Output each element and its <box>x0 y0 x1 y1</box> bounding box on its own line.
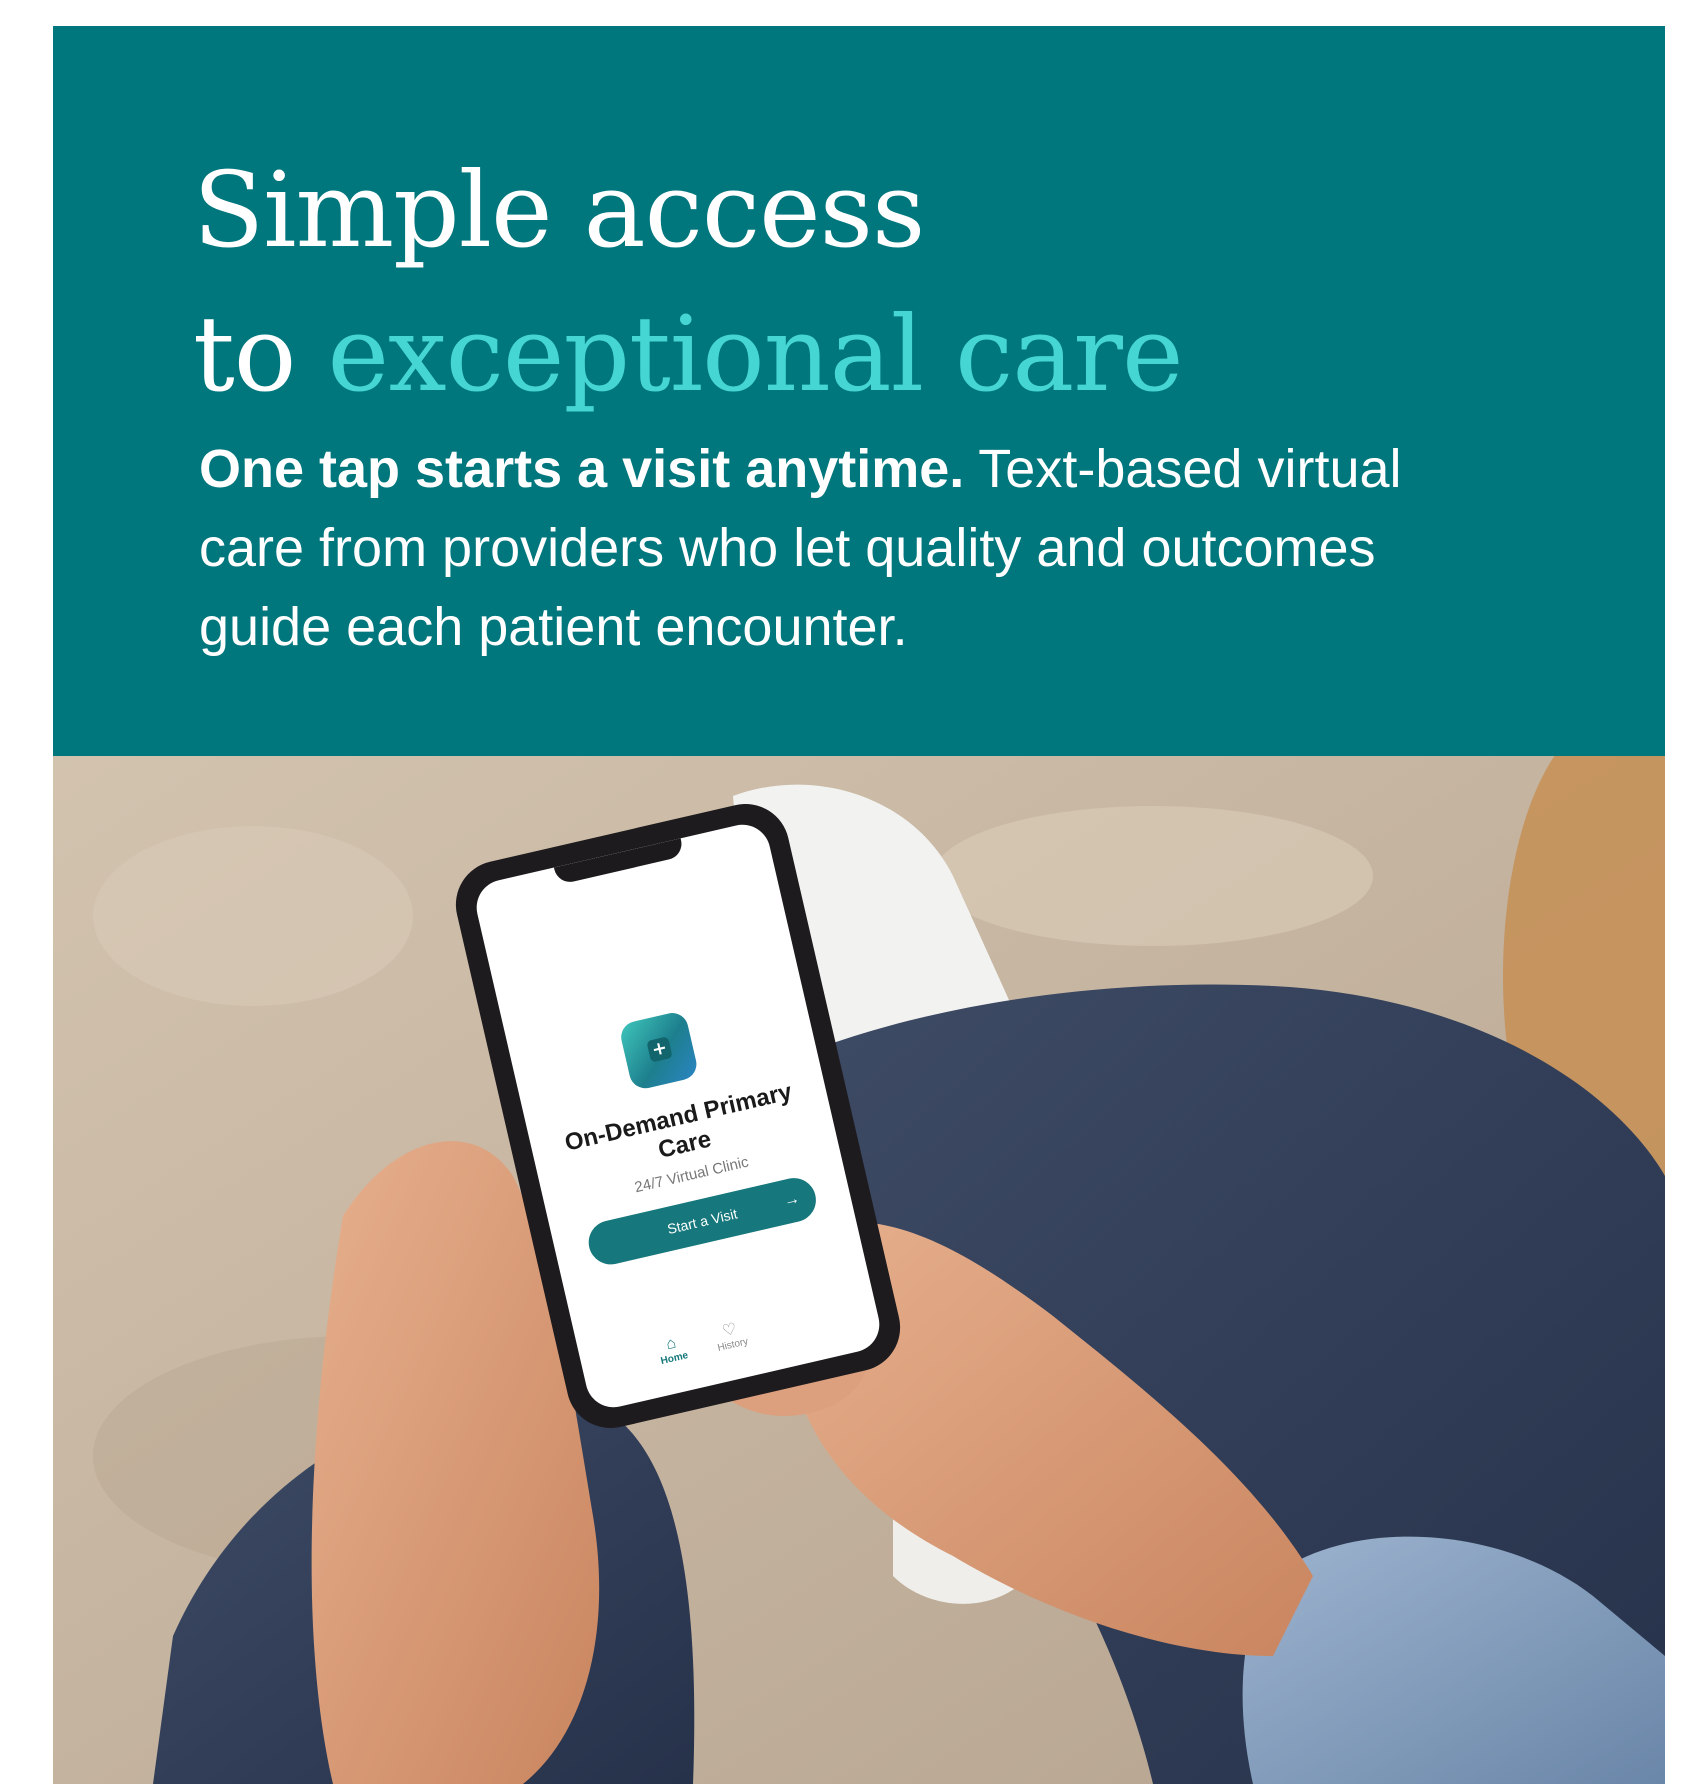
page: Simple access to exceptional care One tap… <box>0 0 1686 1784</box>
hero-banner: Simple access to exceptional care One tap… <box>53 26 1665 756</box>
headline-line-1: Simple access <box>193 149 925 271</box>
medical-cross-icon: + <box>618 1009 700 1092</box>
tab-history[interactable]: ♡ History <box>698 1315 763 1357</box>
subtext-bold: One tap starts a visit anytime. <box>199 439 965 499</box>
plus-icon: + <box>646 1036 673 1063</box>
hero-headline: Simple access to exceptional care <box>193 138 1184 426</box>
hero-subtext: One tap starts a visit anytime. Text-bas… <box>199 430 1459 667</box>
start-visit-label: Start a Visit <box>665 1205 739 1238</box>
hero-photo: + On-Demand Primary Care 24/7 Virtual Cl… <box>53 756 1665 1784</box>
arrow-right-icon: → <box>782 1189 802 1211</box>
tab-home[interactable]: ⌂ Home <box>640 1329 705 1371</box>
headline-line-2-accent: exceptional care <box>327 293 1183 415</box>
headline-line-2-plain: to <box>193 293 328 415</box>
